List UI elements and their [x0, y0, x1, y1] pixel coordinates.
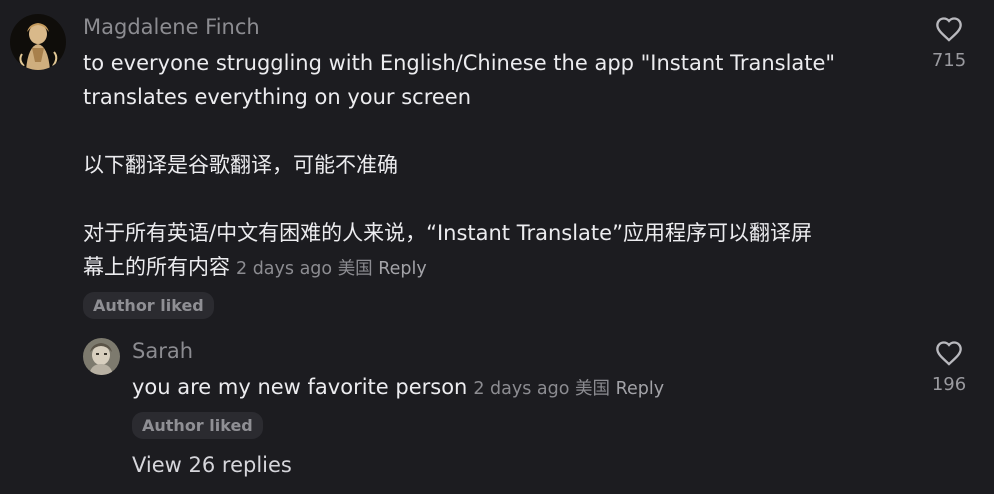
comment-like-count: 715 [931, 50, 967, 71]
reply-reply-button[interactable]: Reply [616, 379, 664, 399]
comment-reply-button[interactable]: Reply [378, 259, 426, 279]
reply-author-liked-badge: Author liked [132, 412, 263, 439]
comment-region: 美国 [337, 259, 373, 279]
commenter-avatar[interactable] [10, 14, 66, 70]
comment-text-line-3: 以下翻译是谷歌翻译，可能不准确 [83, 153, 398, 177]
reply-username[interactable]: Sarah [132, 339, 193, 363]
comment-text-line-5-text: 幕上的所有内容 [83, 255, 230, 279]
reply-text: you are my new favorite person [132, 375, 468, 399]
comment-text-line-2: translates everything on your screen [83, 85, 472, 109]
comment-text-line-1: to everyone struggling with English/Chin… [83, 51, 836, 75]
view-replies-link[interactable]: View 26 replies [132, 453, 292, 477]
reply-meta: 2 days ago 美国 Reply [473, 379, 664, 399]
comment-text-line-4: 对于所有英语/中文有困难的人来说，“Instant Translate”应用程序… [83, 221, 812, 245]
comment-meta: 2 days ago 美国 Reply [236, 259, 427, 279]
comment-thread: Magdalene Finch to everyone struggling w… [0, 0, 994, 494]
person-photo-avatar [83, 338, 120, 375]
reply-like-count: 196 [931, 374, 967, 395]
reply-avatar[interactable] [83, 338, 120, 375]
heart-outline-icon[interactable] [935, 16, 963, 42]
reply-text-line: you are my new favorite person 2 days ago… [132, 370, 664, 406]
comment-timestamp: 2 days ago [236, 259, 333, 279]
author-liked-badge: Author liked [83, 292, 214, 319]
comment-like[interactable]: 715 [924, 16, 974, 71]
heart-outline-icon[interactable] [935, 340, 963, 366]
commenter-username[interactable]: Magdalene Finch [83, 15, 260, 39]
woman-illustration-avatar [10, 14, 66, 70]
reply-timestamp: 2 days ago [473, 379, 570, 399]
reply-region: 美国 [575, 379, 611, 399]
reply-like[interactable]: 196 [924, 340, 974, 395]
comment-text-line-5: 幕上的所有内容 2 days ago 美国 Reply [83, 250, 427, 286]
